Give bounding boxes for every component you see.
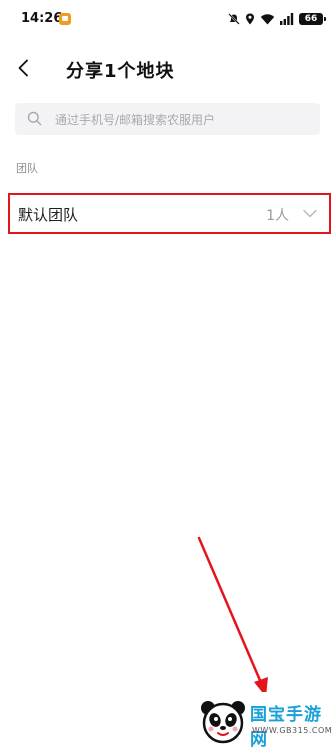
header: 分享1个地块 xyxy=(0,48,335,88)
signal-icon xyxy=(280,13,294,25)
search-input[interactable] xyxy=(53,103,317,137)
team-member-count: 1人 xyxy=(266,208,289,224)
chevron-down-icon[interactable] xyxy=(303,209,317,218)
page-title: 分享1个地块 xyxy=(66,61,175,82)
team-row-default[interactable]: 默认团队 1人 xyxy=(8,193,331,234)
watermark: 国宝手游网 WWW.GB315.COM xyxy=(188,692,335,750)
back-button[interactable] xyxy=(10,52,36,84)
watermark-brand: 国宝手游网 xyxy=(250,705,322,750)
status-time: 14:26 xyxy=(21,11,63,26)
status-icons: 66 xyxy=(228,12,326,26)
search-icon xyxy=(27,111,42,126)
status-bar: 14:26 66 xyxy=(0,0,335,40)
search-box[interactable] xyxy=(15,103,320,137)
wifi-icon xyxy=(260,14,275,25)
team-name: 默认团队 xyxy=(18,206,79,224)
app-notification-icon xyxy=(59,13,71,25)
watermark-url: WWW.GB315.COM xyxy=(252,726,333,735)
section-label-team: 团队 xyxy=(16,162,38,175)
chevron-left-icon xyxy=(18,59,28,77)
location-icon xyxy=(246,13,254,25)
battery-icon: 66 xyxy=(299,13,326,25)
mute-icon xyxy=(228,13,240,25)
panda-logo-icon xyxy=(201,701,245,744)
